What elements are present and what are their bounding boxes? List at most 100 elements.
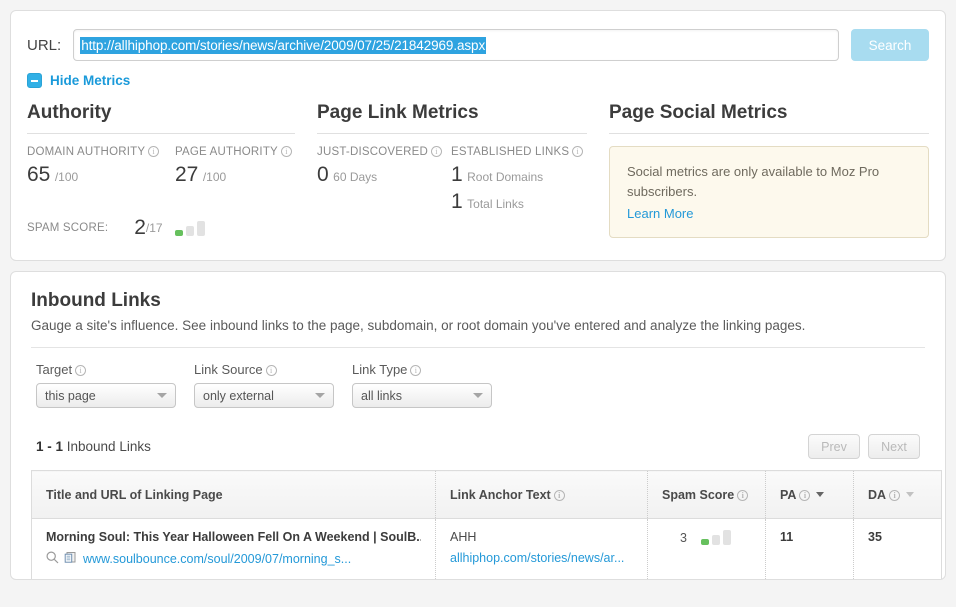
link-page-url-line: www.soulbounce.com/soul/2009/07/morning_…: [46, 551, 421, 567]
divider: [317, 133, 587, 134]
column-header-spam-score[interactable]: Spam Score i: [647, 470, 766, 519]
spam-score-bars-icon: [174, 220, 208, 236]
metrics-grid: Authority DOMAIN AUTHORITY i 65 /100 PAGE…: [11, 88, 945, 260]
info-icon[interactable]: i: [265, 365, 277, 376]
url-search-row: URL: http://allhiphop.com/stories/news/a…: [11, 11, 945, 61]
cell-da: 35: [853, 518, 942, 579]
url-label: URL:: [27, 36, 62, 54]
column-header-da[interactable]: DA i: [853, 470, 942, 519]
info-icon[interactable]: i: [737, 489, 749, 501]
link-type-select-value: all links: [361, 388, 402, 403]
domain-authority-metric: DOMAIN AUTHORITY i 65 /100: [27, 146, 175, 190]
filter-target-label: Target i: [36, 362, 176, 377]
learn-more-link[interactable]: Learn More: [627, 206, 693, 221]
table-header: Title and URL of Linking Page Link Ancho…: [31, 470, 942, 519]
column-header-anchor-text[interactable]: Link Anchor Text i: [435, 470, 648, 519]
authority-title: Authority: [27, 102, 112, 123]
filter-link-source: Link Source i only external: [194, 362, 334, 408]
just-discovered-label: JUST-DISCOVERED i: [317, 146, 442, 158]
inbound-links-panel: Inbound Links Gauge a site's influence. …: [10, 271, 946, 580]
domain-authority-label: DOMAIN AUTHORITY i: [27, 146, 161, 158]
established-links-label: ESTABLISHED LINKS i: [451, 146, 584, 158]
chevron-down-icon: [157, 393, 167, 398]
link-page-title: Morning Soul: This Year Halloween Fell O…: [46, 530, 421, 544]
page-authority-label: PAGE AUTHORITY i: [175, 146, 292, 158]
spam-score-number: 3: [680, 530, 687, 545]
link-type-select[interactable]: all links: [352, 383, 492, 408]
chevron-down-icon: [315, 393, 325, 398]
column-header-pa[interactable]: PA i: [765, 470, 854, 519]
total-links-unit: Total Links: [467, 197, 524, 211]
search-button[interactable]: Search: [851, 29, 929, 61]
info-icon[interactable]: i: [799, 489, 811, 501]
cell-title-url: Morning Soul: This Year Halloween Fell O…: [31, 518, 436, 579]
target-select-value: this page: [45, 388, 96, 403]
results-count-row: 1 - 1 Inbound Links Prev Next: [31, 434, 925, 459]
filter-link-type-label: Link Type i: [352, 362, 492, 377]
target-select[interactable]: this page: [36, 383, 176, 408]
next-button[interactable]: Next: [868, 434, 920, 459]
cell-anchor-text: AHH allhiphop.com/stories/news/ar...: [435, 518, 648, 579]
spam-score-bars-icon: [700, 530, 734, 545]
page-authority-metric: PAGE AUTHORITY i 27 /100: [175, 146, 295, 190]
info-icon[interactable]: i: [148, 146, 160, 157]
column-header-title-url[interactable]: Title and URL of Linking Page: [31, 470, 436, 519]
domain-authority-value: 65: [27, 163, 51, 186]
info-icon[interactable]: i: [572, 146, 584, 157]
minus-icon: [27, 73, 42, 88]
just-discovered-metric: JUST-DISCOVERED i 0 60 Days: [317, 146, 451, 217]
search-icon[interactable]: [46, 551, 59, 567]
results-count-suffix: Inbound Links: [63, 439, 151, 454]
total-links-value: 1: [451, 190, 463, 213]
pagination: Prev Next: [800, 434, 920, 459]
info-icon[interactable]: i: [889, 489, 901, 501]
table-body: Morning Soul: This Year Halloween Fell O…: [31, 518, 942, 579]
anchor-text-value: AHH: [450, 530, 477, 544]
spam-score-unit: /17: [145, 221, 163, 235]
just-discovered-value: 0: [317, 163, 329, 186]
just-discovered-unit: 60 Days: [333, 170, 378, 184]
social-notice-box: Social metrics are only available to Moz…: [609, 146, 929, 238]
page-link-metrics-section: Page Link Metrics JUST-DISCOVERED i 0 60 …: [317, 102, 609, 240]
cell-pa: 11: [765, 518, 854, 579]
chevron-down-icon: [473, 393, 483, 398]
page-social-metrics-title: Page Social Metrics: [609, 102, 788, 123]
link-source-select[interactable]: only external: [194, 383, 334, 408]
info-icon[interactable]: i: [75, 365, 87, 376]
url-input-value: http://allhiphop.com/stories/news/archiv…: [80, 36, 487, 54]
social-notice-text: Social metrics are only available to Moz…: [627, 164, 880, 199]
inbound-links-title: Inbound Links: [31, 290, 161, 311]
info-icon[interactable]: i: [553, 489, 565, 501]
root-domains-value: 1: [451, 163, 463, 186]
filter-target: Target i this page: [36, 362, 176, 408]
inbound-links-description: Gauge a site's influence. See inbound li…: [31, 318, 806, 333]
url-input[interactable]: http://allhiphop.com/stories/news/archiv…: [73, 29, 839, 61]
sort-descending-icon[interactable]: [906, 491, 915, 497]
metrics-panel: URL: http://allhiphop.com/stories/news/a…: [10, 10, 946, 261]
authority-section: Authority DOMAIN AUTHORITY i 65 /100 PAGE…: [27, 102, 317, 240]
info-icon[interactable]: i: [410, 365, 422, 376]
root-domains-unit: Root Domains: [467, 170, 544, 184]
table-row: Morning Soul: This Year Halloween Fell O…: [31, 518, 942, 579]
results-range: 1 - 1: [36, 439, 64, 454]
page-link-metrics-title: Page Link Metrics: [317, 102, 479, 123]
hide-metrics-label: Hide Metrics: [50, 73, 131, 88]
page-authority-value: 27: [175, 163, 199, 186]
copy-page-icon[interactable]: [64, 551, 77, 567]
link-page-url[interactable]: www.soulbounce.com/soul/2009/07/morning_…: [83, 552, 351, 566]
inbound-links-table: Title and URL of Linking Page Link Ancho…: [31, 470, 942, 579]
filters-row: Target i this page Link Source i only exte…: [31, 348, 925, 408]
anchor-target-url[interactable]: allhiphop.com/stories/news/ar...: [450, 551, 633, 565]
spam-score-display: 3: [662, 530, 751, 545]
prev-button[interactable]: Prev: [808, 434, 860, 459]
info-icon[interactable]: i: [431, 146, 442, 157]
info-icon[interactable]: i: [280, 146, 292, 157]
page-authority-unit: /100: [202, 170, 227, 184]
cell-spam-score: 3: [647, 518, 766, 579]
domain-authority-unit: /100: [54, 170, 79, 184]
hide-metrics-toggle[interactable]: Hide Metrics: [11, 61, 945, 88]
sort-descending-icon[interactable]: [816, 491, 825, 497]
established-links-metric: ESTABLISHED LINKS i 1 Root Domains 1 Tota…: [451, 146, 597, 217]
page-social-metrics-section: Page Social Metrics Social metrics are o…: [609, 102, 929, 240]
filter-link-source-label: Link Source i: [194, 362, 334, 377]
